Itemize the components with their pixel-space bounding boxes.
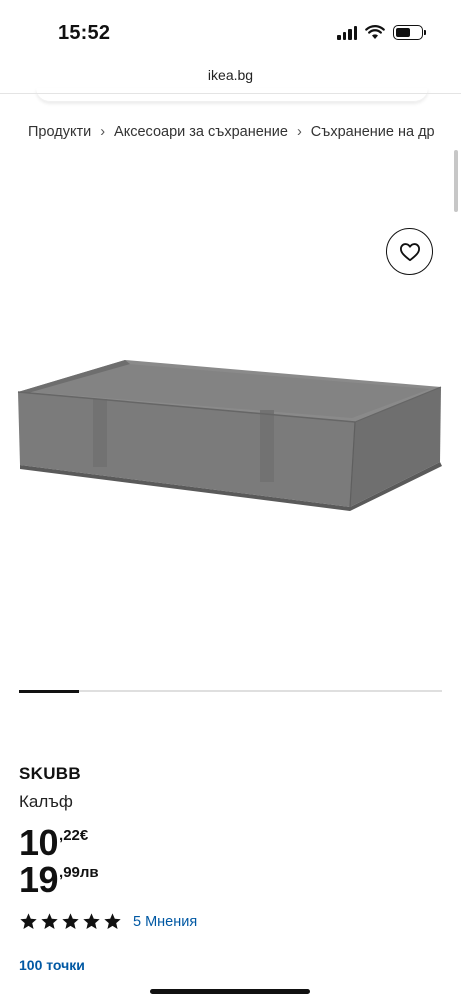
heart-icon <box>399 242 420 261</box>
reviews-link[interactable]: 5 Мнения <box>133 914 197 930</box>
star-icon <box>83 913 100 929</box>
price-eur: 10 ,22€ <box>19 825 88 861</box>
breadcrumb: Продукти › Аксесоари за съхранение › Съхране… <box>28 124 444 140</box>
breadcrumb-item-products[interactable]: Продукти <box>28 124 91 140</box>
star-icon <box>41 913 58 929</box>
battery-icon <box>393 25 426 40</box>
breadcrumb-item-other-storage[interactable]: Съхранение на др <box>311 124 435 140</box>
image-carousel-indicator[interactable] <box>19 689 442 693</box>
price-bgn: 19 ,99лв <box>19 862 99 898</box>
product-name: SKUBB <box>19 764 81 783</box>
url-text[interactable]: ikea.bg <box>208 67 253 83</box>
signal-icon <box>337 25 357 40</box>
search-bar-edge <box>36 88 428 102</box>
header-divider <box>0 93 461 94</box>
breadcrumb-separator: › <box>296 124 302 140</box>
price-bgn-integer: 19 <box>19 859 59 900</box>
status-icons <box>337 25 426 40</box>
product-rating[interactable]: 5 Мнения <box>19 912 197 931</box>
rating-stars <box>19 912 122 931</box>
breadcrumb-item-storage-accessories[interactable]: Аксесоари за съхранение <box>114 124 288 140</box>
product-description: Калъф <box>19 792 73 811</box>
scrollbar[interactable] <box>454 150 458 212</box>
wifi-icon <box>365 25 385 39</box>
price-bgn-decimal: ,99лв <box>59 864 99 881</box>
price-eur-integer: 10 <box>19 822 59 863</box>
product-image[interactable] <box>0 340 461 520</box>
carousel-active-segment <box>19 689 80 693</box>
status-bar: 15:52 <box>0 0 461 60</box>
price-eur-decimal: ,22€ <box>59 827 89 844</box>
status-time: 15:52 <box>58 22 111 44</box>
star-icon <box>104 913 121 929</box>
loyalty-points[interactable]: 100 точки <box>19 957 85 973</box>
add-to-favorites-button[interactable] <box>386 228 433 275</box>
star-icon <box>62 913 79 929</box>
home-indicator <box>150 989 310 994</box>
star-icon <box>20 913 37 929</box>
breadcrumb-separator: › <box>100 124 106 140</box>
